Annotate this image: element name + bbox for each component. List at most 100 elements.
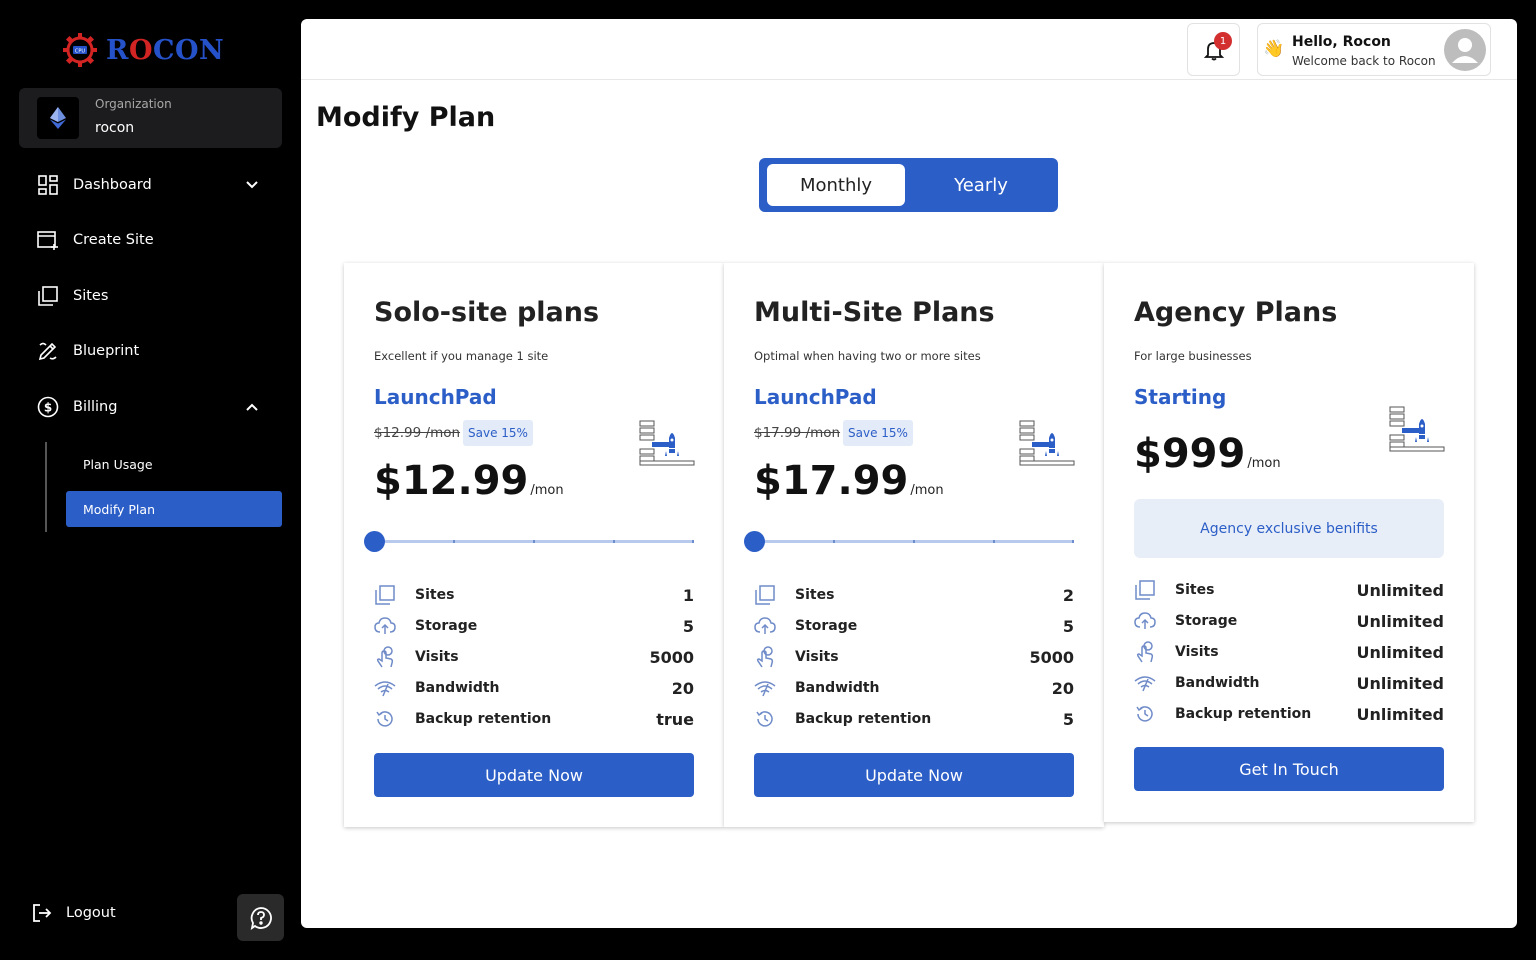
feature-label: Backup retention <box>795 711 932 727</box>
feature-value: Unlimited <box>1356 642 1444 662</box>
sidebar-subitem-modify-plan[interactable]: Modify Plan <box>66 491 282 527</box>
feature-value: 2 <box>1062 585 1074 605</box>
bandwidth-icon <box>374 677 396 699</box>
old-price: $17.99 /mon <box>754 425 841 441</box>
notification-count-badge: 1 <box>1214 32 1232 50</box>
sidebar-item-create-site[interactable]: Create Site <box>36 220 276 260</box>
feature-value: 5 <box>1062 709 1074 729</box>
feature-row-backup: Backup retention Unlimited <box>1134 702 1444 726</box>
sites-feature-icon <box>374 584 396 606</box>
get-in-touch-button[interactable]: Get In Touch <box>1134 747 1444 791</box>
dollar-icon: $ <box>36 395 60 419</box>
feature-label: Visits <box>1175 644 1219 660</box>
sidebar-item-label: Sites <box>73 288 109 304</box>
feature-label: Backup retention <box>1175 706 1312 722</box>
feature-label: Backup retention <box>415 711 552 727</box>
feature-row-bandwidth: Bandwidth 20 <box>754 676 1074 700</box>
touch-icon <box>1134 641 1156 663</box>
slider-thumb[interactable] <box>744 531 765 552</box>
sidebar-item-label: Blueprint <box>73 343 140 359</box>
feature-label: Storage <box>1175 613 1238 629</box>
plan-description: Optimal when having two or more sites <box>754 349 981 363</box>
price-amount: $12.99 <box>374 458 529 504</box>
cloud-upload-icon <box>374 615 396 637</box>
plan-card-agency: Agency Plans For large businesses Starti… <box>1104 263 1474 822</box>
feature-value: 20 <box>671 678 694 698</box>
feature-row-bandwidth: Bandwidth Unlimited <box>1134 671 1444 695</box>
logout-button[interactable]: Logout <box>32 903 116 923</box>
cloud-upload-icon <box>1134 610 1156 632</box>
feature-row-visits: Visits Unlimited <box>1134 640 1444 664</box>
feature-label: Bandwidth <box>795 680 880 696</box>
slider-tick <box>453 540 455 543</box>
update-now-button[interactable]: Update Now <box>374 753 694 797</box>
avatar[interactable] <box>1444 29 1486 71</box>
page-title: Modify Plan <box>316 102 496 133</box>
sidebar-item-label: Create Site <box>73 232 154 248</box>
feature-value: 1 <box>682 585 694 605</box>
price: $999/mon <box>1134 431 1281 477</box>
sites-feature-icon <box>754 584 776 606</box>
organization-label: Organization <box>95 97 172 111</box>
organization-switcher[interactable]: Organization rocon <box>19 88 282 148</box>
touch-icon <box>754 646 776 668</box>
slider-tick <box>1072 540 1074 543</box>
svg-text:$: $ <box>44 401 52 415</box>
plan-card-solo: Solo-site plans Excellent if you manage … <box>344 263 724 827</box>
feature-value: Unlimited <box>1356 704 1444 724</box>
feature-label: Visits <box>415 649 459 665</box>
feature-label: Storage <box>415 618 478 634</box>
sidebar-item-billing[interactable]: $ Billing <box>36 387 276 427</box>
sidebar-subitem-plan-usage[interactable]: Plan Usage <box>66 446 282 482</box>
waving-hand-icon: 👋 <box>1263 39 1285 59</box>
plan-title: Solo-site plans <box>374 297 600 328</box>
top-bar: 1 👋 Hello, Rocon Welcome back to Rocon <box>301 19 1517 80</box>
plan-card-multi: Multi-Site Plans Optimal when having two… <box>724 263 1104 827</box>
help-button[interactable] <box>237 894 284 941</box>
user-avatar-icon <box>1452 38 1478 63</box>
feature-value: Unlimited <box>1356 580 1444 600</box>
feature-row-sites: Sites 1 <box>374 583 694 607</box>
toggle-monthly[interactable]: Monthly <box>767 164 905 206</box>
sidebar-item-dashboard[interactable]: Dashboard <box>36 165 276 205</box>
plan-title: Multi-Site Plans <box>754 297 995 328</box>
feature-row-visits: Visits 5000 <box>754 645 1074 669</box>
sidebar-item-label: Billing <box>73 399 118 415</box>
notifications-button[interactable]: 1 <box>1187 23 1240 76</box>
sites-feature-icon <box>1134 579 1156 601</box>
slider-tick <box>533 540 535 543</box>
update-now-button[interactable]: Update Now <box>754 753 1074 797</box>
brand-name: ROCON <box>106 34 225 66</box>
brand-logo[interactable]: CPU ROCON <box>60 30 224 70</box>
dashboard-icon <box>36 173 60 197</box>
sidebar-item-blueprint[interactable]: Blueprint <box>36 331 276 371</box>
feature-row-storage: Storage 5 <box>374 614 694 638</box>
slider-tick <box>613 540 615 543</box>
toggle-yearly[interactable]: Yearly <box>909 164 1053 206</box>
sidebar-item-sites[interactable]: Sites <box>36 276 276 316</box>
plan-description: Excellent if you manage 1 site <box>374 349 549 363</box>
logout-label: Logout <box>66 905 116 921</box>
old-price: $12.99 /mon <box>374 425 461 441</box>
chevron-up-icon[interactable] <box>242 397 262 417</box>
feature-value: 5000 <box>649 647 694 667</box>
server-rocket-icon <box>639 420 695 466</box>
feature-label: Sites <box>1175 582 1215 598</box>
feature-row-backup: Backup retention 5 <box>754 707 1074 731</box>
feature-row-backup: Backup retention true <box>374 707 694 731</box>
slider-thumb[interactable] <box>364 531 385 552</box>
plan-slider[interactable] <box>364 531 694 552</box>
user-menu[interactable]: 👋 Hello, Rocon Welcome back to Rocon <box>1257 23 1491 76</box>
bandwidth-icon <box>1134 672 1156 694</box>
cloud-upload-icon <box>754 615 776 637</box>
agency-benefits-button[interactable]: Agency exclusive benifits <box>1134 499 1444 558</box>
chevron-down-icon[interactable] <box>242 175 262 195</box>
logo-chip-text: CPU <box>75 49 86 55</box>
plan-slider[interactable] <box>744 531 1074 552</box>
price-period: /mon <box>910 483 944 498</box>
sidebar: CPU ROCON Organization rocon Dashboard C… <box>0 0 301 960</box>
server-rocket-icon <box>1019 420 1075 466</box>
bandwidth-icon <box>754 677 776 699</box>
gear-logo-icon: CPU <box>63 33 97 67</box>
slider-tick <box>913 540 915 543</box>
